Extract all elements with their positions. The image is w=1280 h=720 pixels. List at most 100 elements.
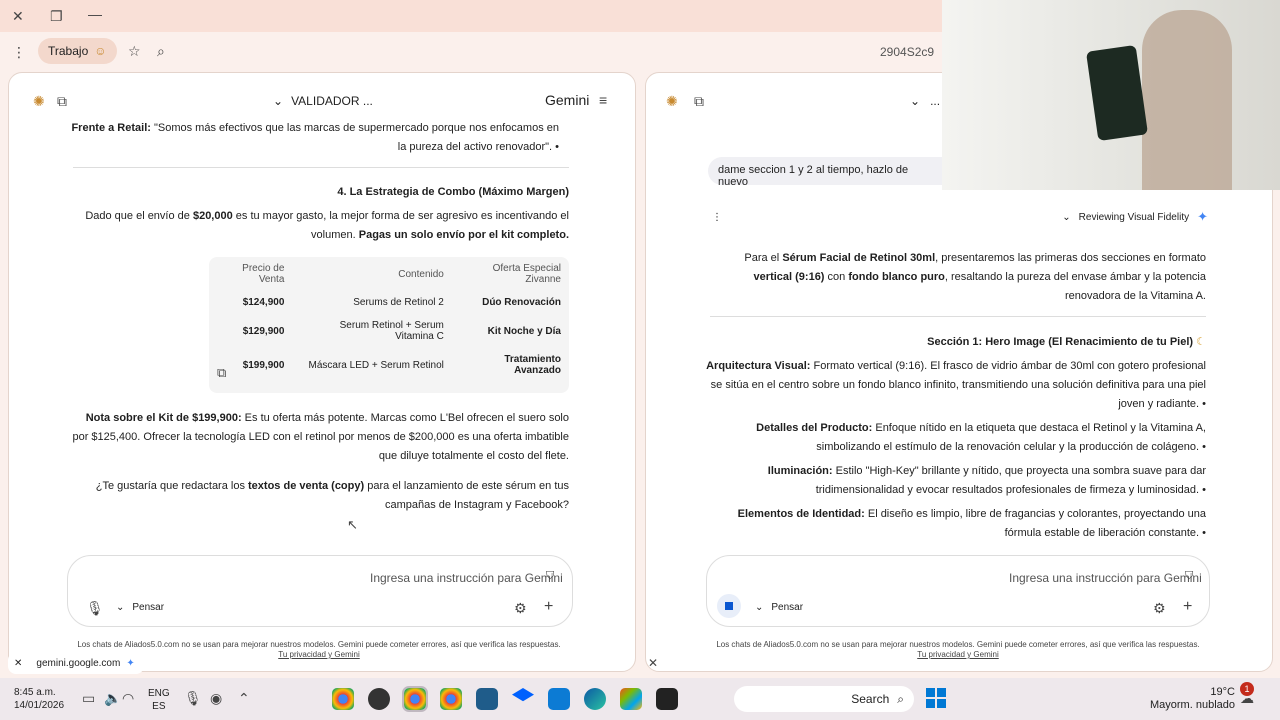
list-item-title: Iluminación: <box>767 465 833 477</box>
shield-icon: ⛉ <box>546 570 555 582</box>
prompt-box: Ingresa una instrucción para Gemini ⛉ ⌄ … <box>706 555 1210 627</box>
more-options-icon[interactable]: ⋮ <box>712 212 722 223</box>
search-box[interactable]: Search ⌕ <box>734 686 914 712</box>
p-bold: vertical (9:16) <box>753 271 825 283</box>
list-item-text: Estilo "High-Key" brillante y nítido, qu… <box>815 465 1206 496</box>
bullet-title: Frente a Retail: <box>71 122 151 134</box>
user-message: dame seccion 1 y 2 al tiempo, hazlo de n… <box>708 157 948 188</box>
url-fragment[interactable]: 2904S2c9 <box>880 45 934 59</box>
prompt-input[interactable]: Ingresa una instrucción para Gemini <box>370 571 563 585</box>
privacy-link[interactable]: Tu privacidad y Gemini <box>69 650 569 660</box>
model-menu[interactable]: ⌄ VALIDADOR ... <box>273 94 373 108</box>
note-paragraph: Nota sobre el Kit de $199,900: Es tu ofe… <box>69 409 569 466</box>
close-panel-icon[interactable]: ✕ <box>648 656 658 670</box>
person-silhouette <box>1142 10 1232 190</box>
address-bar: ⋮ Trabajo ☺ ☆ ⌕ 2904S2c9 <box>0 32 942 72</box>
search-icon[interactable]: ⌕ <box>157 43 165 60</box>
lang-primary: ENG <box>148 688 170 699</box>
section-title: 4. La Estrategia de Combo (Máximo Margen… <box>337 186 569 198</box>
feature-list: Arquitectura Visual: Formato vertical (9… <box>706 357 1206 548</box>
table-row: Tratamiento Avanzado Máscara LED + Serum … <box>209 348 569 382</box>
chevron-down-icon: ⌄ <box>116 602 125 613</box>
add-icon[interactable]: + <box>544 598 553 616</box>
pinned-apps <box>332 686 678 712</box>
window-titlebar: ✕ ❐ — <box>0 0 942 32</box>
model-menu[interactable]: ⌄ ... <box>910 94 940 108</box>
mode-dropdown[interactable]: ⌄ Pensar <box>755 602 803 613</box>
thinking-status[interactable]: ⋮ ⌄ Reviewing Visual Fidelity ✦ <box>712 209 1208 225</box>
apps-icon[interactable] <box>548 688 570 710</box>
sidebar-tab[interactable]: ✕ gemini.google.com ✦ <box>8 652 144 674</box>
status-label: Reviewing Visual Fidelity <box>1078 211 1190 223</box>
chevron-down-icon: ⌄ <box>910 94 921 108</box>
restore-icon[interactable]: ❐ <box>50 8 63 25</box>
p-bold: Sérum Facial de Retinol 30ml <box>782 252 936 264</box>
edge-icon[interactable] <box>584 688 606 710</box>
windows-start-icon[interactable] <box>926 688 946 708</box>
search-icon: ⌕ <box>897 691 904 706</box>
table-header-cell: Precio de Venta <box>242 263 285 285</box>
store-icon[interactable] <box>476 688 498 710</box>
section-paragraph: Dado que el envío de $20,000 es tu mayor… <box>69 207 569 245</box>
start-tile <box>937 688 946 697</box>
hamburger-icon[interactable]: ≡ <box>599 92 607 108</box>
p-bold: Pagas un solo envío por el kit completo. <box>358 229 569 241</box>
gemini-avatar-icon: ✺ <box>33 93 45 109</box>
new-chat-icon[interactable]: ⧉ <box>57 93 67 110</box>
table-cell: 2 Serums de Retinol <box>353 297 444 308</box>
copy-icon[interactable]: ⧉ <box>217 365 226 381</box>
p-text: Dado que el envío de <box>85 210 193 222</box>
dropbox-icon[interactable] <box>512 688 534 702</box>
chrome-active-icon[interactable] <box>402 686 428 712</box>
copilot-icon[interactable]: ◉ <box>210 690 222 707</box>
start-tile <box>926 699 935 708</box>
close-icon[interactable]: ✕ <box>14 658 22 669</box>
weather-widget[interactable]: 19°C Mayorm. nublado <box>1150 686 1235 712</box>
privacy-link[interactable]: Tu privacidad y Gemini <box>706 650 1210 660</box>
terminal-icon[interactable] <box>656 688 678 710</box>
volume-icon[interactable]: 🔈 <box>104 690 121 707</box>
table-cell: Tratamiento Avanzado <box>504 354 561 376</box>
p-text: con <box>824 271 849 283</box>
table-cell: Máscara LED + Serum Retinol <box>308 359 444 371</box>
close-icon[interactable]: ✕ <box>12 8 24 25</box>
mic-icon[interactable]: 🎙 <box>184 690 202 707</box>
minimize-icon[interactable]: — <box>88 6 102 22</box>
table-header-cell: Contenido <box>398 268 444 280</box>
tools-icon[interactable]: ⚙ <box>514 600 527 617</box>
language-indicator[interactable]: ENG ES <box>148 687 170 713</box>
chrome-alt-icon[interactable] <box>440 688 462 710</box>
wifi-icon[interactable]: ◠ <box>122 690 134 707</box>
list-item-title: Arquitectura Visual: <box>706 360 811 372</box>
stop-button[interactable] <box>717 594 741 618</box>
prompt-input[interactable]: Ingresa una instrucción para Gemini <box>1009 571 1202 585</box>
footer-text: Los chats de Aliados5.0.com no se usan p… <box>716 640 1200 649</box>
search-label: Search <box>851 692 890 706</box>
chrome-profile-icon[interactable] <box>368 688 390 710</box>
profile-label: Trabajo <box>48 44 89 58</box>
mic-icon[interactable]: 🎙 <box>86 600 104 617</box>
tools-icon[interactable]: ⚙ <box>1153 600 1166 617</box>
profile-button[interactable]: Trabajo ☺ <box>38 38 117 64</box>
copilot-app-icon[interactable] <box>620 688 642 710</box>
chevron-up-icon[interactable]: ⌃ <box>238 690 250 707</box>
list-item: Arquitectura Visual: Formato vertical (9… <box>706 360 1206 410</box>
p-text: , presentaremos las primeras dos seccion… <box>935 252 1206 264</box>
table-cell: Dúo Renovación <box>482 297 561 308</box>
add-icon[interactable]: + <box>1183 598 1192 616</box>
chrome-icon[interactable] <box>332 688 354 710</box>
mode-dropdown[interactable]: ⌄ Pensar <box>116 602 164 613</box>
p-bold: fondo blanco puro <box>848 271 945 283</box>
footer-disclaimer: Los chats de Aliados5.0.com no se usan p… <box>69 640 569 660</box>
battery-icon[interactable]: ▭ <box>82 690 95 707</box>
clock[interactable]: 8:45 a.m. 14/01/2026 <box>14 686 64 712</box>
footer-disclaimer: Los chats de Aliados5.0.com no se usan p… <box>706 640 1210 660</box>
time-text: 8:45 a.m. <box>14 687 56 698</box>
chevron-down-icon: ⌄ <box>273 94 284 108</box>
webcam-overlay <box>942 0 1280 190</box>
bookmark-star-icon[interactable]: ☆ <box>128 43 141 60</box>
gemini-avatar-icon: ✺ <box>666 93 678 109</box>
new-chat-icon[interactable]: ⧉ <box>694 93 704 110</box>
notification-badge: 1 <box>1240 682 1254 696</box>
more-menu-icon[interactable]: ⋮ <box>12 44 26 61</box>
